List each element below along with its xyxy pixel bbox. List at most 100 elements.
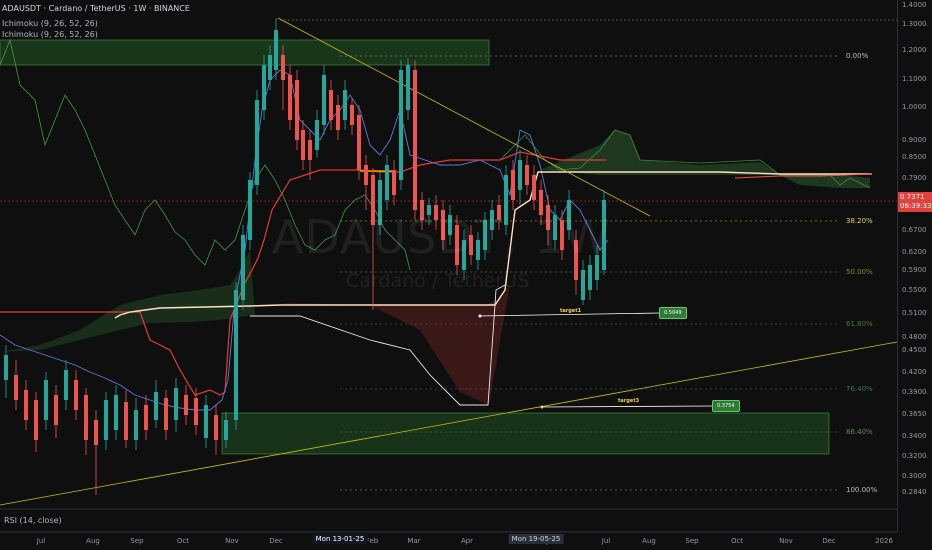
- time-axis-label: Mar: [407, 537, 421, 545]
- candle-body: [64, 370, 68, 400]
- candle-body: [94, 420, 98, 445]
- candle-body: [268, 55, 272, 80]
- price-axis-label: 0.3200: [902, 452, 927, 460]
- target3-line: [541, 405, 713, 408]
- fib-label-764: 76.40%: [846, 385, 873, 393]
- crosshair-date-label: Mon 13-01-25: [312, 534, 368, 544]
- fib-label-382: 38.20%: [846, 217, 873, 225]
- indicator-legend-2[interactable]: Ichimoku (9, 26, 52, 26): [2, 30, 98, 40]
- candle-body: [308, 140, 312, 160]
- candle-body: [399, 70, 403, 180]
- price-axis-label: 1.4000: [902, 1, 927, 9]
- candle-body: [174, 388, 178, 420]
- candle-body: [343, 90, 347, 120]
- candle-body: [124, 402, 128, 440]
- bar-countdown: 06:39:33: [900, 202, 932, 210]
- time-axis-label: Nov: [779, 537, 793, 545]
- price-axis-label: 0.5100: [902, 309, 927, 317]
- price-axis-label: 1.2000: [902, 46, 927, 54]
- price-axis-label: 0.3000: [902, 472, 927, 480]
- time-axis-label: Apr: [460, 537, 474, 545]
- candle-body: [104, 400, 108, 440]
- candle-body: [184, 395, 188, 415]
- crosshair-date-label-2: Mon 19-05-25: [508, 534, 564, 544]
- candle-body: [134, 410, 138, 440]
- time-axis-label: Jul: [601, 537, 611, 545]
- time-axis-label: Aug: [642, 537, 656, 545]
- time-axis-label: Feb: [365, 537, 379, 545]
- price-axis-label: 0.4800: [902, 333, 927, 341]
- price-axis-label: 1.0000: [902, 103, 927, 111]
- candle-body: [385, 165, 389, 200]
- rsi-legend[interactable]: RSI (14, close): [4, 516, 62, 525]
- fib-label-0: 0.00%: [846, 52, 869, 60]
- symbol-watermark: ADAUSDT, 1W: [272, 210, 611, 264]
- chart-window[interactable]: ADAUSDT · Cardano / TetherUS · 1W · BINA…: [0, 0, 932, 550]
- time-axis-label: Nov: [225, 537, 239, 545]
- candle-body: [511, 170, 515, 200]
- symbol-legend[interactable]: ADAUSDT · Cardano / TetherUS · 1W · BINA…: [2, 4, 190, 14]
- price-axis-label: 0.7900: [902, 174, 927, 182]
- candle-body: [34, 400, 38, 440]
- candle-body: [4, 355, 8, 380]
- candle-body: [14, 375, 18, 400]
- candle-body: [525, 165, 529, 185]
- price-axis-label: 0.3650: [902, 410, 927, 418]
- candle-body: [288, 75, 292, 120]
- time-axis-label: Oct: [176, 537, 190, 545]
- candle-body: [204, 405, 208, 438]
- candle-body: [406, 65, 410, 110]
- price-axis-label: 0.5900: [902, 266, 927, 274]
- candle-body: [588, 265, 592, 290]
- price-axis-label: 0.4200: [902, 368, 927, 376]
- price-axis-label: 0.6700: [902, 226, 927, 234]
- price-axis-label: 0.4500: [902, 346, 927, 354]
- candle-body: [154, 392, 158, 420]
- price-axis-label: 0.3400: [902, 432, 927, 440]
- candle-body: [144, 405, 148, 430]
- candle-body: [241, 235, 245, 300]
- time-axis-label: Dec: [269, 537, 283, 545]
- candle-body: [281, 55, 285, 80]
- target3-value-box[interactable]: 0.3754: [712, 400, 740, 412]
- price-axis-label: 0.3900: [902, 388, 927, 396]
- target1-value-box[interactable]: 0.5049: [659, 307, 687, 319]
- candle-body: [336, 105, 340, 130]
- price-axis-label: 0.8500: [902, 153, 927, 161]
- candle-body: [295, 80, 299, 140]
- candle-body: [301, 130, 305, 160]
- candle-body: [114, 395, 118, 430]
- candle-body: [581, 270, 585, 300]
- price-axis-label: 1.3000: [902, 20, 927, 28]
- candle-body: [84, 395, 88, 440]
- price-axis-label: 0.5500: [902, 286, 927, 294]
- fib-label-50: 50.00%: [846, 268, 873, 276]
- candle-body: [74, 380, 78, 410]
- candle-body: [214, 415, 218, 440]
- price-axis-label: 0.9000: [902, 136, 927, 144]
- price-axis-label: 1.1000: [902, 75, 927, 83]
- candle-body: [44, 380, 48, 420]
- candle-body: [350, 105, 354, 125]
- candle-body: [255, 100, 259, 185]
- candle-body: [248, 180, 252, 240]
- candle-body: [194, 398, 198, 425]
- candle-body: [518, 160, 522, 190]
- candle-body: [234, 290, 238, 420]
- fib-label-618: 61.80%: [846, 320, 873, 328]
- candle-body: [532, 175, 536, 200]
- candle-body: [24, 390, 28, 420]
- last-price-value: 0.7371: [900, 193, 925, 201]
- time-axis-label: Jul: [36, 537, 46, 545]
- candle-body: [413, 70, 417, 210]
- candle-body: [322, 75, 326, 125]
- indicator-legend-1[interactable]: Ichimoku (9, 26, 52, 26): [2, 19, 98, 29]
- last-price-tag: 0.7371 06:39:33: [898, 192, 932, 212]
- target3-label: target3: [618, 398, 640, 404]
- time-axis-label: Sep: [130, 537, 144, 545]
- kumo-bull-left: [0, 250, 255, 352]
- fib-label-100: 100.00%: [846, 486, 878, 494]
- time-axis-label: 2026: [875, 537, 893, 545]
- time-axis-label: Sep: [685, 537, 699, 545]
- description-watermark: Cardano / TetherUS: [346, 270, 530, 292]
